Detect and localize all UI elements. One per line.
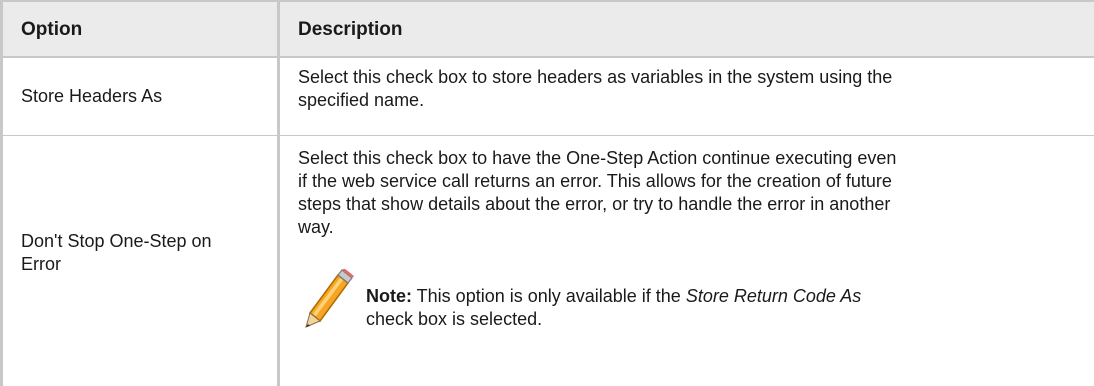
option-name: Don't Stop One-Step on Error bbox=[0, 136, 280, 386]
description-column-header: Description bbox=[298, 18, 403, 40]
option-description: Select this check box to have the One-St… bbox=[280, 136, 1094, 386]
description-line: steps that show details about the error,… bbox=[298, 194, 891, 214]
description-line: Select this check box to have the One-St… bbox=[298, 148, 897, 168]
table-row: Don't Stop One-Step on Error Select this… bbox=[0, 136, 1094, 386]
description-line: if the web service call returns an error… bbox=[298, 171, 892, 191]
option-column-header: Option bbox=[0, 2, 280, 56]
description-line: Select this check box to store headers a… bbox=[298, 67, 893, 87]
note-label: Note: bbox=[366, 286, 412, 306]
option-description: Select this check box to store headers a… bbox=[280, 58, 1094, 135]
pencil-icon bbox=[305, 269, 354, 328]
table-header-row: Option Description bbox=[0, 0, 1094, 58]
note-emphasis: Store Return Code As bbox=[685, 286, 862, 306]
description-line: way. bbox=[298, 217, 334, 237]
option-name: Store Headers As bbox=[0, 58, 280, 135]
note-text-before: This option is only available if the bbox=[412, 286, 686, 306]
note-text-after: check box is selected. bbox=[366, 309, 543, 329]
note-text: Note: This option is only available if t… bbox=[366, 263, 861, 331]
option-name-line: Error bbox=[21, 254, 61, 274]
note-callout: Note: This option is only available if t… bbox=[298, 263, 1082, 333]
option-name-line: Don't Stop One-Step on bbox=[21, 231, 212, 251]
options-table: Option Description Store Headers As Sele… bbox=[0, 0, 1094, 386]
description-line: specified name. bbox=[298, 90, 425, 110]
table-row: Store Headers As Select this check box t… bbox=[0, 58, 1094, 136]
